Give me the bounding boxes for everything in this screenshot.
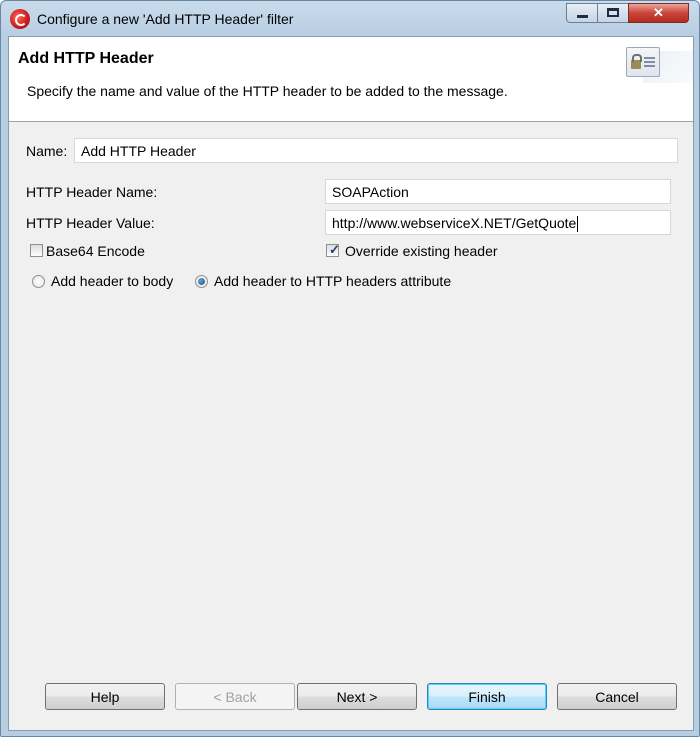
override-header-checkbox[interactable]: ✓ [326,242,340,257]
back-button[interactable]: < Back [175,683,295,710]
name-label: Name: [26,143,68,159]
maximize-icon [607,8,619,17]
add-to-headers-attribute-radio[interactable] [195,275,208,288]
header-name-input[interactable]: SOAPAction [325,179,671,204]
minimize-icon [577,15,588,18]
text-cursor [577,216,579,233]
add-to-body-label[interactable]: Add header to body [51,273,173,289]
header-value-input[interactable]: http://www.webserviceX.NET/GetQuote [325,210,671,235]
app-logo-icon [10,9,30,29]
help-button[interactable]: Help [45,683,165,710]
header-value-text: http://www.webserviceX.NET/GetQuote [332,215,577,231]
base64-encode-label[interactable]: Base64 Encode [46,243,145,259]
minimize-button[interactable] [566,3,598,23]
header-name-label: HTTP Header Name: [26,184,158,200]
window-title: Configure a new 'Add HTTP Header' filter [37,11,294,27]
add-to-body-radio[interactable] [32,275,45,288]
finish-button[interactable]: Finish [427,683,547,710]
wizard-header: Add HTTP Header Specify the name and val… [9,37,693,122]
close-icon: ✕ [653,5,664,20]
name-input[interactable]: Add HTTP Header [74,138,678,163]
override-header-label[interactable]: Override existing header [345,243,498,259]
page-title: Add HTTP Header [18,50,154,67]
dialog-body: Add HTTP Header Specify the name and val… [8,36,694,731]
maximize-button[interactable] [597,3,629,23]
next-button[interactable]: Next > [297,683,417,710]
base64-encode-checkbox[interactable] [30,244,43,257]
page-description: Specify the name and value of the HTTP h… [27,83,508,99]
security-document-icon [626,47,660,77]
radio-selected-dot [198,278,205,285]
header-value-label: HTTP Header Value: [26,215,155,231]
add-to-headers-attribute-label[interactable]: Add header to HTTP headers attribute [214,273,451,289]
checkmark-icon: ✓ [329,242,340,257]
title-bar[interactable]: Configure a new 'Add HTTP Header' filter… [1,1,699,37]
close-button[interactable]: ✕ [628,3,689,23]
cancel-button[interactable]: Cancel [557,683,677,710]
dialog-window: Configure a new 'Add HTTP Header' filter… [0,0,700,737]
